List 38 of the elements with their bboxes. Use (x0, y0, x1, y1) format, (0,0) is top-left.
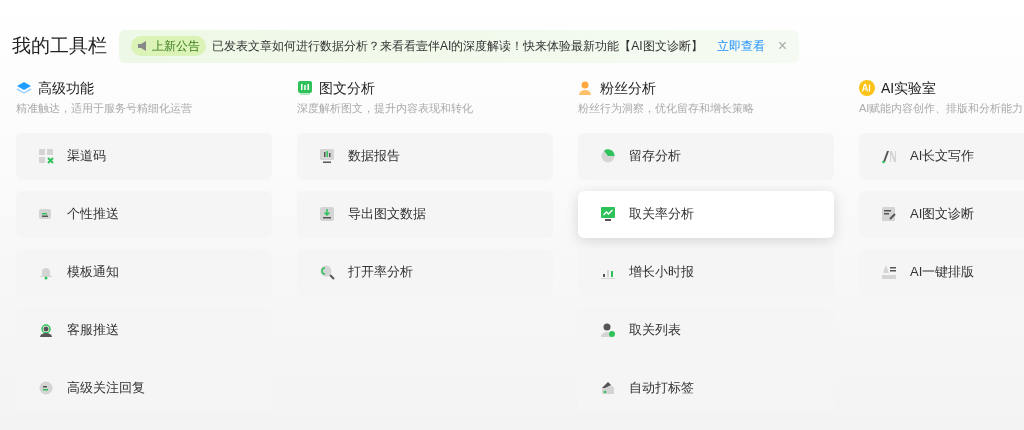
section-subtitle: AI赋能内容创作、排版和分析能力 (859, 101, 1024, 116)
section-title: 粉丝分析 (600, 78, 656, 98)
announcement-text: 已发表文章如何进行数据分析？来看看壹伴AI的深度解读！快来体验最新功能【AI图文诊断】 (212, 38, 703, 55)
section-subtitle: 深度解析图文，提升内容表现和转化 (297, 101, 474, 116)
user-icon (578, 80, 594, 96)
section-title: AI实验室 (881, 78, 937, 98)
section-subtitle: 粉丝行为洞察，优化留存和增长策略 (578, 101, 755, 116)
page-title: 我的工具栏 (12, 33, 107, 58)
section-title: 图文分析 (319, 78, 375, 98)
search-icon (319, 264, 335, 280)
section-subtitle: 精准触达，适用于服务号精细化运营 (16, 101, 193, 116)
section-title: 高级功能 (38, 78, 94, 98)
text-align-icon (881, 264, 897, 280)
tool-card[interactable]: 数据报告 (297, 132, 553, 180)
download-icon (319, 206, 335, 222)
headset-icon (38, 322, 54, 338)
ai-badge-icon (859, 80, 875, 96)
chat-bubble-icon (38, 380, 54, 396)
document-edit-icon (881, 206, 897, 222)
user-icon (600, 322, 616, 338)
megaphone-icon (137, 40, 149, 52)
tool-card[interactable]: 留存分析 (578, 132, 834, 180)
tool-card[interactable]: 个性推送 (16, 190, 272, 238)
layers-icon (16, 80, 32, 96)
tag-icon (600, 380, 616, 396)
tool-card[interactable]: AI长文写作 (859, 132, 1024, 180)
tool-card[interactable]: 渠道码 (16, 132, 272, 180)
bar-chart-icon (297, 80, 313, 96)
tool-card[interactable]: 导出图文数据 (297, 190, 553, 238)
chat-icon (38, 206, 54, 222)
pie-chart-icon (600, 148, 616, 164)
badge-text: 上新公告 (152, 38, 200, 55)
tool-card[interactable]: AI图文诊断 (859, 190, 1024, 238)
tool-card[interactable]: 取关率分析 (578, 190, 834, 238)
grid-icon (38, 148, 54, 164)
report-icon (319, 148, 335, 164)
pen-icon (881, 148, 897, 164)
trend-chart-icon (600, 206, 616, 222)
